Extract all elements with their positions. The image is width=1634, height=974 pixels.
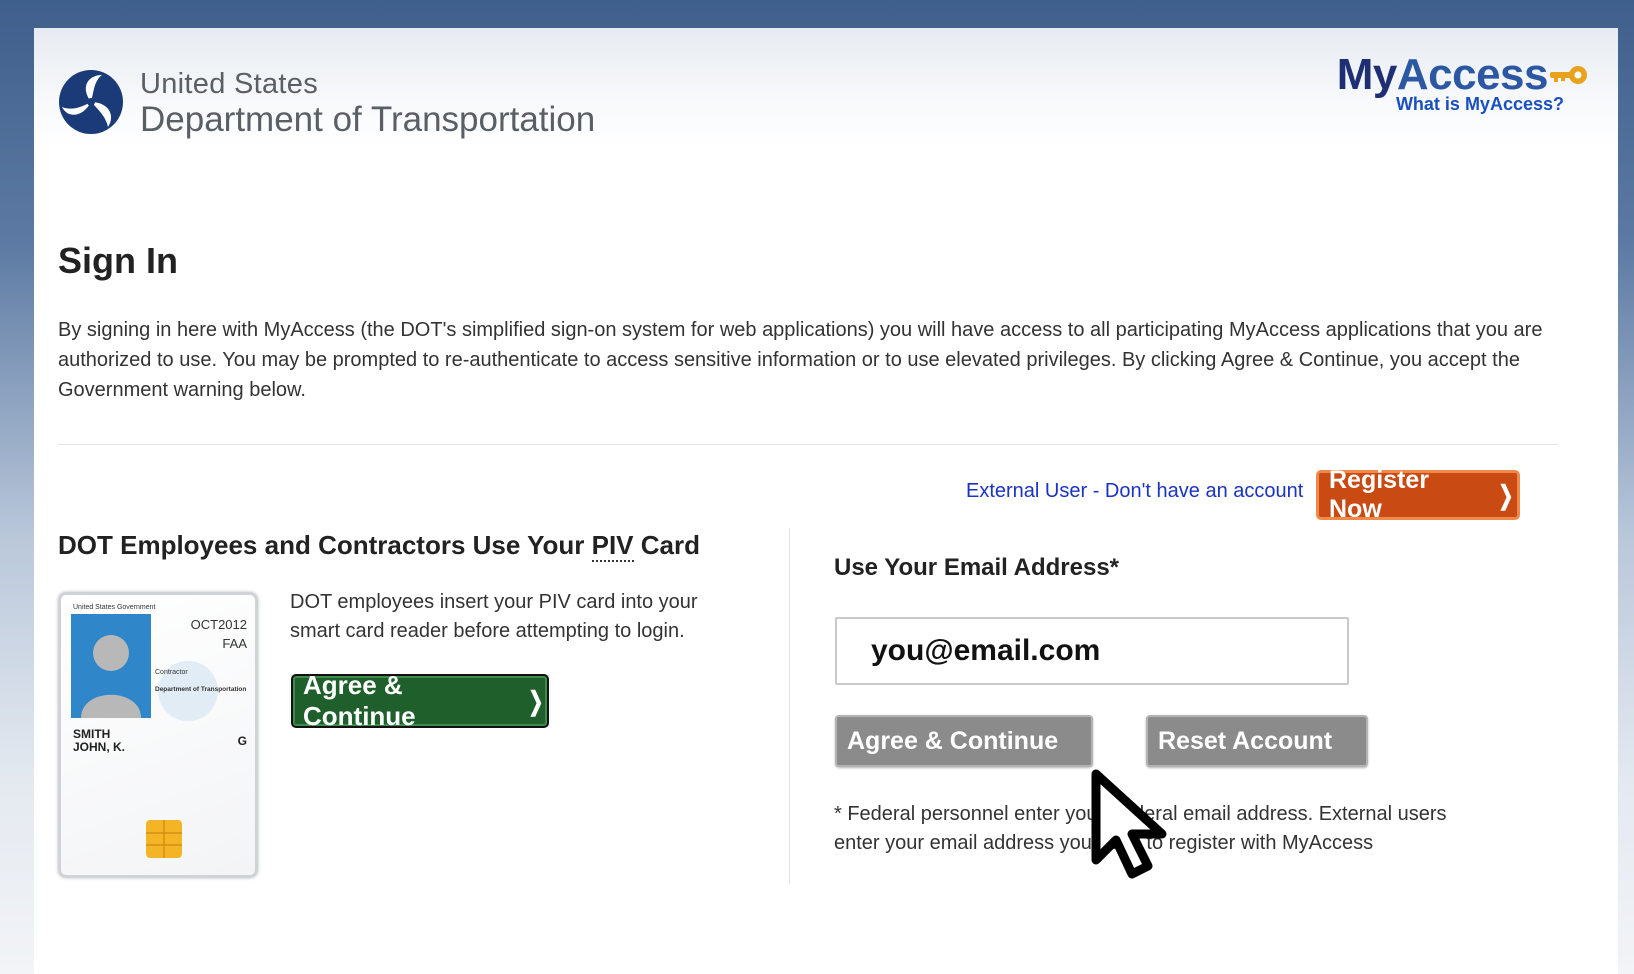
piv-description: DOT employees insert your PIV card into … xyxy=(290,591,698,642)
email-agree-continue-button[interactable]: Agree & Continue xyxy=(835,715,1093,767)
card-first-name: JOHN, K. xyxy=(73,740,125,754)
myaccess-logo: MyAccess xyxy=(1336,50,1549,100)
brand-my: My xyxy=(1336,50,1398,99)
column-divider xyxy=(789,528,790,884)
mouse-pointer-icon xyxy=(1091,769,1167,879)
external-user-link[interactable]: External User - Don't have an account xyxy=(966,480,1303,503)
email-section-title: Use Your Email Address* xyxy=(834,554,1119,581)
register-now-button[interactable]: Register Now ❯ xyxy=(1316,466,1520,523)
intro-text: By signing in here with MyAccess (the DO… xyxy=(58,319,1543,401)
email-input[interactable] xyxy=(835,617,1349,685)
what-is-myaccess-link[interactable]: What is MyAccess? xyxy=(1396,94,1564,115)
site-header: United States Department of Transportati… xyxy=(34,28,1618,148)
card-agency: FAA xyxy=(222,636,247,651)
agency-name-line2: Department of Transportation xyxy=(140,100,596,139)
page: United States Department of Transportati… xyxy=(34,28,1618,974)
piv-section-title: DOT Employees and Contractors Use Your P… xyxy=(58,530,700,562)
card-grade: G xyxy=(238,734,247,748)
piv-card-illustration: United States Government OCT2012 FAA Con… xyxy=(71,604,247,858)
piv-abbr: PIV xyxy=(591,530,634,562)
piv-agree-continue-button[interactable]: Agree & Continue ❯ xyxy=(291,670,549,731)
chevron-right-icon: ❯ xyxy=(1498,479,1514,510)
dot-logo-icon xyxy=(59,70,123,134)
email-agree-label: Agree & Continue xyxy=(847,726,1059,755)
card-date: OCT2012 xyxy=(191,617,247,632)
piv-title-suffix: Card xyxy=(633,530,700,560)
key-icon xyxy=(1550,66,1587,84)
register-now-label: Register Now xyxy=(1329,466,1430,523)
agency-name-line1: United States xyxy=(140,68,318,100)
divider xyxy=(58,444,1558,445)
reset-account-label: Reset Account xyxy=(1158,726,1333,755)
piv-title-prefix: DOT Employees and Contractors Use Your xyxy=(58,530,592,560)
reset-account-button[interactable]: Reset Account xyxy=(1146,715,1368,767)
card-affiliation: Contractor xyxy=(155,669,188,676)
piv-agree-label: Agree & Continue xyxy=(303,670,416,731)
card-issuer: United States Government xyxy=(73,604,156,611)
brand-access: Access xyxy=(1396,50,1549,99)
page-title: Sign In xyxy=(58,240,178,281)
card-last-name: SMITH xyxy=(73,727,110,741)
smart-chip-icon xyxy=(146,820,182,858)
chevron-right-icon: ❯ xyxy=(528,685,544,716)
piv-card-image: United States Government OCT2012 FAA Con… xyxy=(58,592,258,878)
card-dept: Department of Transportation xyxy=(155,686,246,693)
